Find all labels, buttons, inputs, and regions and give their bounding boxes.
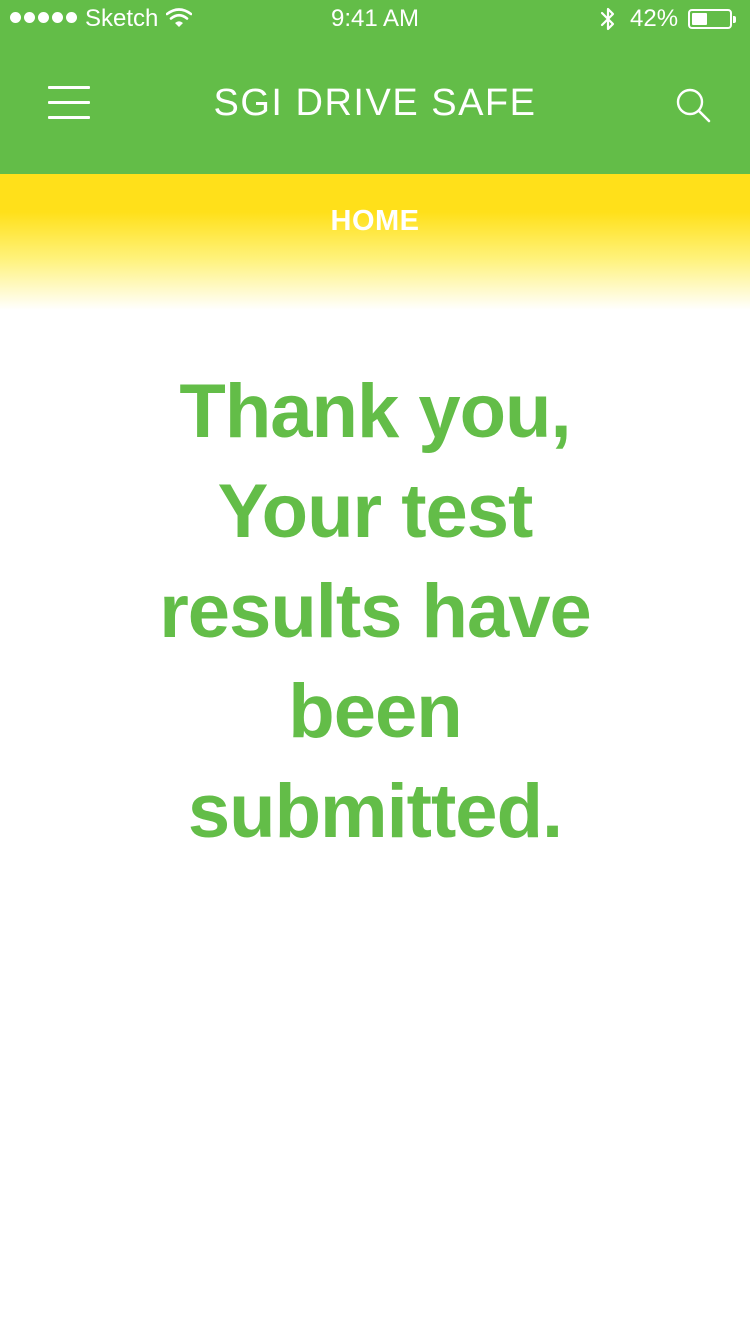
search-icon[interactable] [674, 86, 712, 124]
app-header: Sketch 9:41 AM 42% SGI DRIVE SAFE [0, 0, 750, 174]
confirmation-message: Thank you, Your test results have been s… [100, 362, 650, 862]
breadcrumb-home[interactable]: HOME [0, 205, 750, 238]
message-line: submitted. [187, 769, 563, 854]
app-title: SGI DRIVE SAFE [213, 82, 537, 124]
message-line: been [288, 669, 462, 754]
message-line: results have [159, 569, 592, 654]
message-line: Your test [217, 469, 534, 554]
bluetooth-icon [600, 7, 615, 31]
breadcrumb-bar: HOME [0, 174, 750, 310]
battery-icon [688, 9, 736, 29]
message-line: Thank you, [179, 369, 571, 454]
status-bar: Sketch 9:41 AM 42% [0, 0, 750, 40]
battery-percent: 42% [630, 5, 679, 32]
